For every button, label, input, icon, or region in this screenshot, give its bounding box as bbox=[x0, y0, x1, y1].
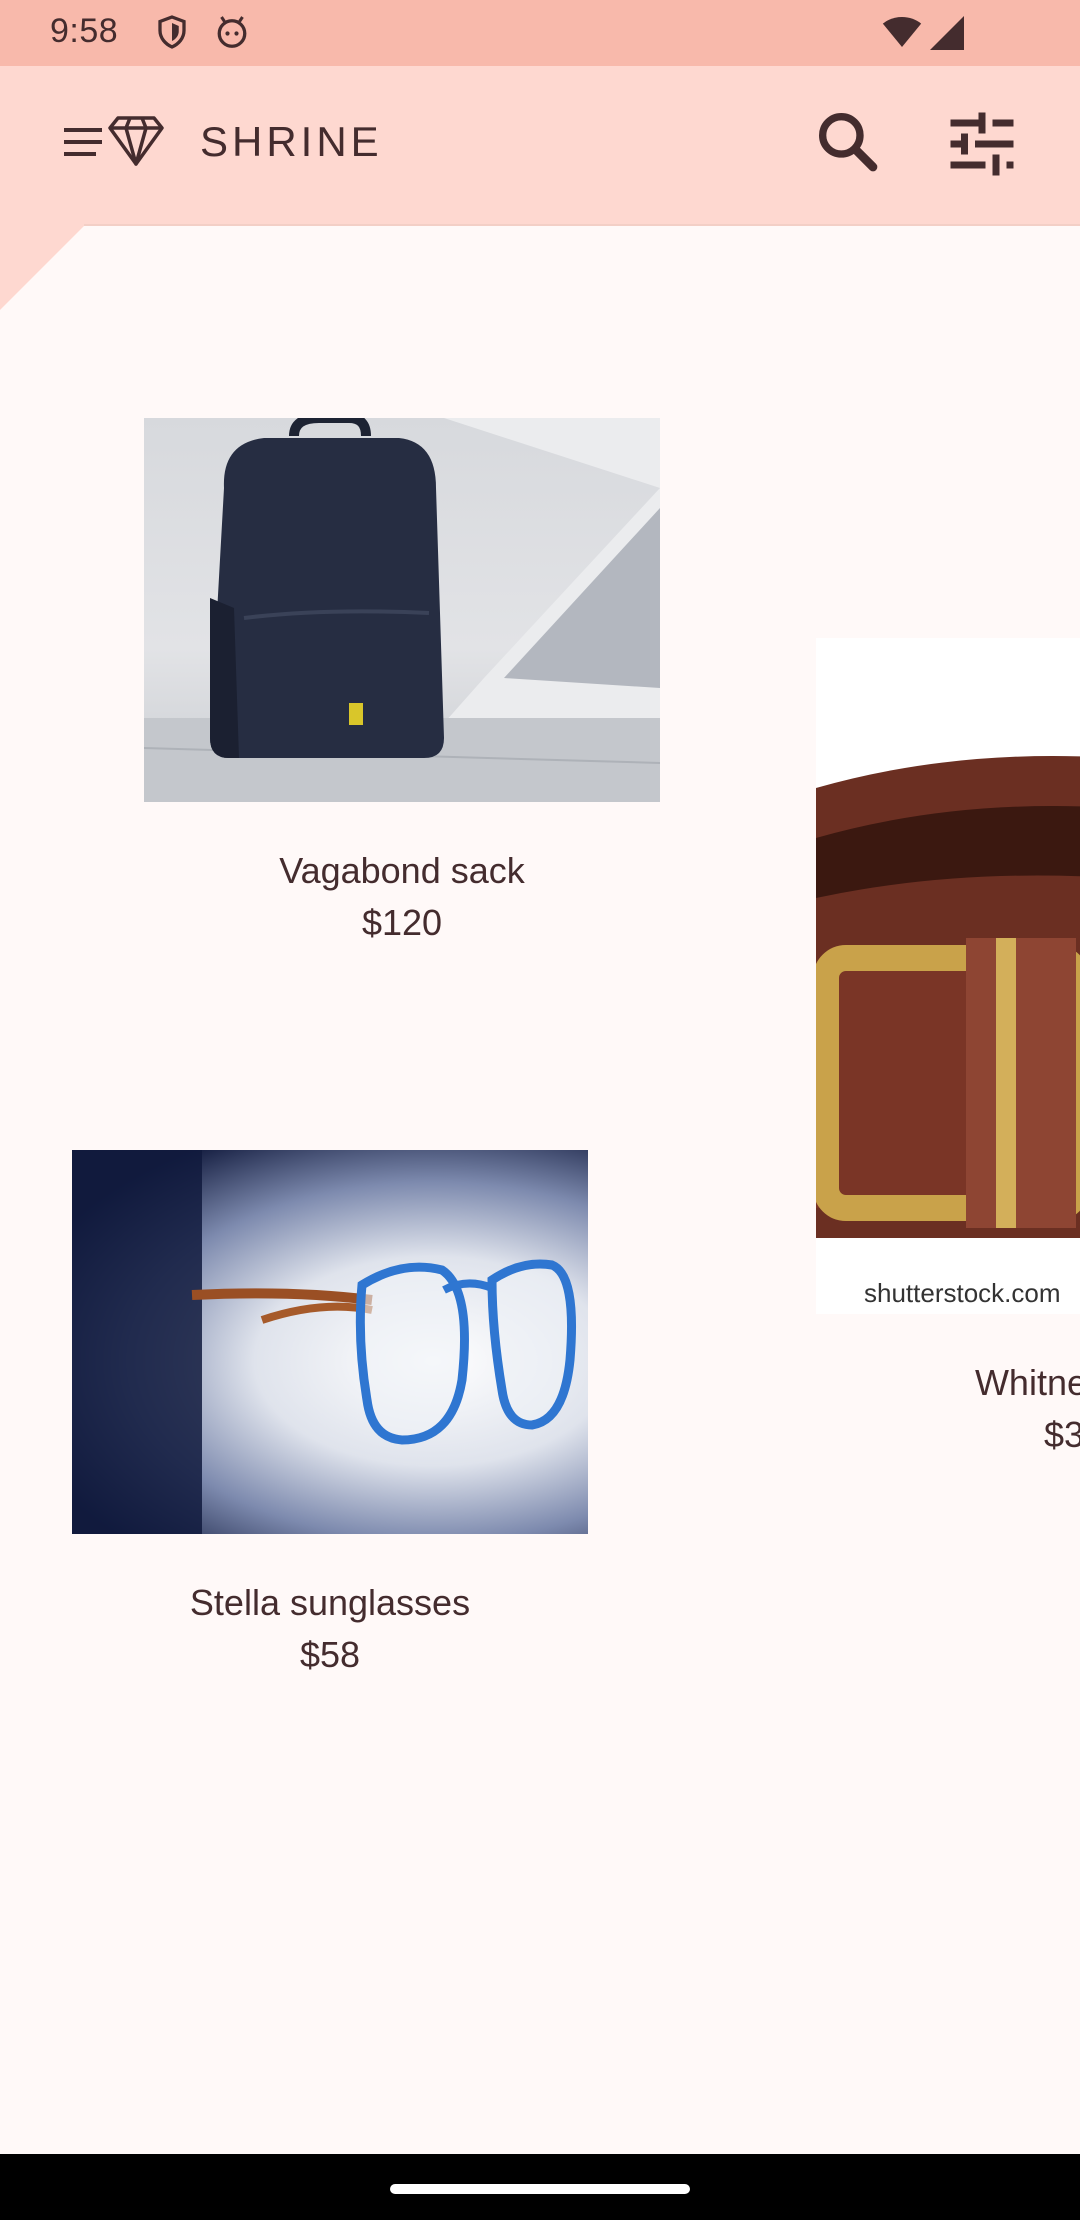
home-gesture-handle[interactable] bbox=[390, 2184, 690, 2194]
status-bar: 9:58 bbox=[0, 0, 1080, 66]
tune-filter-icon bbox=[950, 112, 1014, 176]
product-price: $120 bbox=[361, 902, 443, 943]
wifi-icon bbox=[882, 17, 922, 47]
shrine-diamond-logo-icon bbox=[108, 116, 164, 166]
filter-button[interactable] bbox=[940, 102, 1024, 186]
product-grid: Vagabond sack $120 shutterstock.com Whit… bbox=[0, 226, 1080, 2154]
app-title: SHRINE bbox=[200, 118, 383, 165]
menu-button[interactable] bbox=[60, 110, 166, 174]
menu-icon bbox=[64, 128, 102, 156]
android-face-icon bbox=[217, 16, 247, 48]
product-name: Stella sunglasses bbox=[189, 1582, 471, 1623]
shrine-screen: 9:58 SHRINE Vagabond sack $120 shutterst… bbox=[0, 0, 1080, 2220]
navigation-bar bbox=[0, 2154, 1080, 2220]
product-price: $35 bbox=[1043, 1414, 1080, 1455]
sunglasses-illustration bbox=[191, 1259, 576, 1445]
product-card-vagabond-sack[interactable]: Vagabond sack $120 bbox=[144, 418, 660, 958]
backpack-illustration bbox=[210, 418, 444, 758]
search-icon bbox=[819, 113, 878, 172]
product-image: shutterstock.com bbox=[816, 638, 1080, 1314]
status-time: 9:58 bbox=[50, 12, 119, 50]
cellular-signal-icon bbox=[930, 16, 964, 50]
belt-illustration bbox=[816, 756, 1080, 1238]
product-name: Vagabond sack bbox=[279, 850, 525, 891]
product-image bbox=[144, 418, 660, 802]
product-price: $58 bbox=[299, 1634, 361, 1675]
product-image bbox=[72, 1150, 588, 1534]
product-card-stella-sunglasses[interactable]: Stella sunglasses $58 bbox=[72, 1150, 588, 1690]
product-card-whitney-belt[interactable]: shutterstock.com Whitney belt $35 bbox=[816, 638, 1080, 1488]
app-bar: SHRINE bbox=[0, 66, 1080, 230]
shield-icon bbox=[158, 15, 186, 49]
search-button[interactable] bbox=[808, 102, 888, 182]
image-watermark: shutterstock.com bbox=[864, 1278, 1061, 1308]
product-name: Whitney belt bbox=[974, 1362, 1080, 1403]
